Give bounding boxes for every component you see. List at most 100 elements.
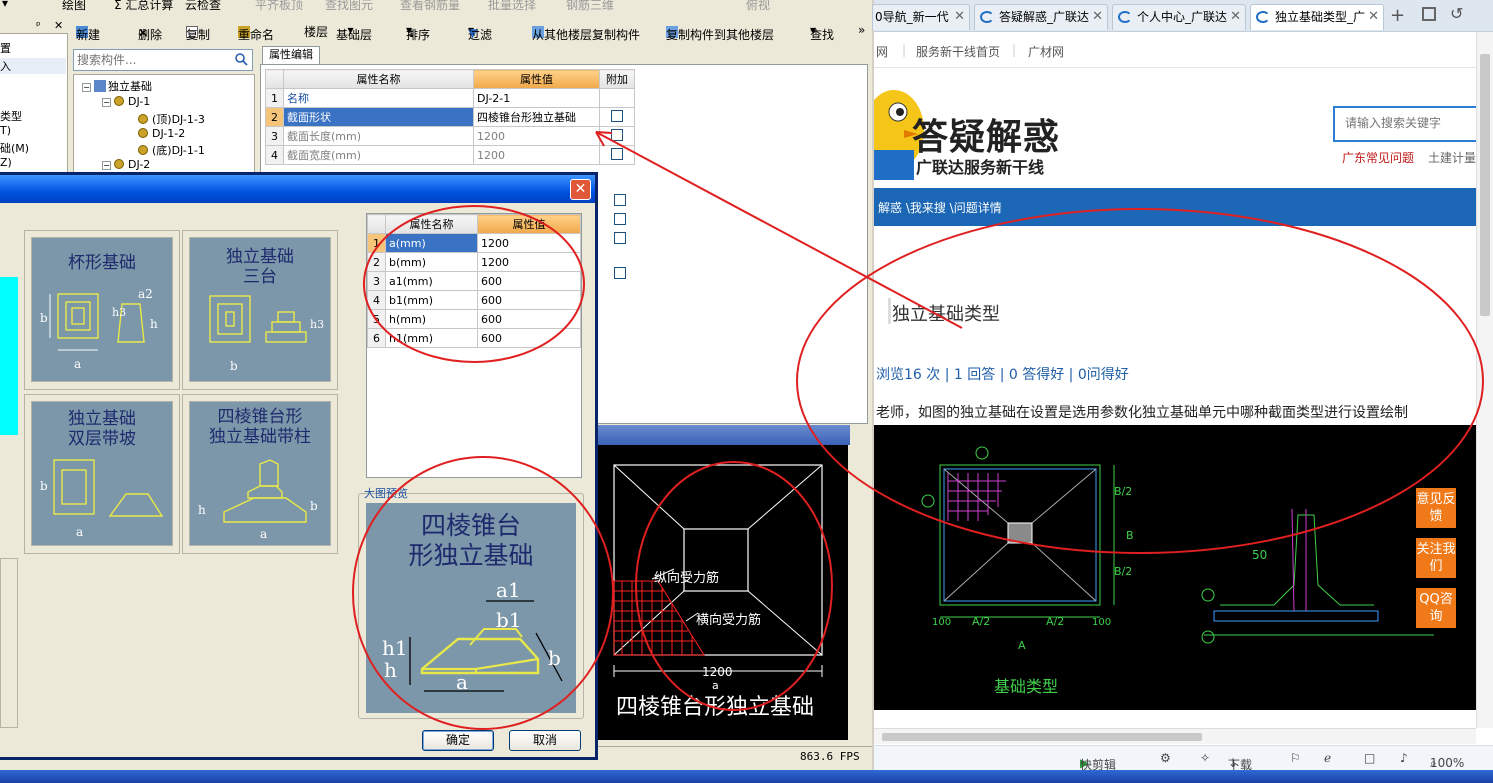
close-tab-icon[interactable]: ✕ [1230, 5, 1241, 29]
menu-batch-select[interactable]: 批量选择 [488, 0, 536, 13]
vertical-scrollbar[interactable] [1476, 32, 1493, 728]
tab-property-editor[interactable]: 属性编辑 [262, 46, 320, 64]
thumbnail-cup-foundation[interactable]: 杯形基础 b a a2 h h3 [31, 237, 173, 382]
dialog-title-bar[interactable]: ✕ [0, 175, 595, 203]
tree-node[interactable]: DJ-1-2 [138, 127, 185, 140]
close-tab-icon[interactable]: ✕ [1368, 5, 1379, 29]
window-icon[interactable]: □ [1364, 751, 1375, 765]
menu-view-rebar[interactable]: 查看钢筋量 [400, 0, 460, 13]
cad-label-transverse: 横向受力筋 [696, 613, 762, 628]
collapse-icon[interactable]: − [82, 83, 91, 92]
new-tab-button[interactable]: + [1390, 5, 1405, 26]
param-value[interactable]: 600 [477, 290, 581, 310]
collapse-icon[interactable]: − [102, 161, 111, 170]
browser-tab-active[interactable]: 独立基础类型_广 ✕ [1250, 4, 1384, 30]
filter-button[interactable]: ▼ 过滤 ▾ [468, 23, 492, 42]
left-panel-item[interactable]: 类型 [0, 108, 22, 124]
question-body: 老师，如图的独立基础在设置是选用参数化独立基础单元中哪种截面类型进行设置绘制 [876, 405, 1408, 421]
search-input[interactable] [77, 51, 227, 69]
sort-button[interactable]: ↓ 排序 ▾ [406, 23, 430, 42]
cad-window-title-bar[interactable] [598, 425, 850, 445]
ok-button[interactable]: 确定 [422, 730, 494, 751]
left-panel-header: ᵖ ✕ [0, 18, 68, 34]
browser-tab[interactable]: 答疑解惑_广联达 ✕ [974, 4, 1108, 30]
tree-node[interactable]: − DJ-2 [102, 158, 150, 171]
flag-icon[interactable]: ⚐ [1290, 751, 1301, 765]
tree-node-root[interactable]: − 独立基础 [82, 78, 152, 94]
pin-icon[interactable]: ᵖ [36, 19, 41, 32]
prop-value[interactable]: 1200 [473, 145, 600, 165]
menu-align-slab[interactable]: 平齐板顶 [255, 0, 303, 13]
left-panel-item[interactable]: 置 [0, 40, 11, 56]
param-value[interactable]: 600 [477, 309, 581, 329]
param-value[interactable]: 1200 [477, 233, 581, 253]
menu-find-element[interactable]: 查找图元 [325, 0, 373, 13]
close-tab-icon[interactable]: ✕ [1092, 5, 1103, 29]
pyramid-foundation-diagram: a a1 b1 b h1 h [382, 578, 563, 694]
horizontal-scrollbar[interactable] [874, 728, 1476, 744]
extra-checkbox[interactable] [611, 128, 623, 141]
prop-value[interactable]: 四棱锥台形独立基础 [473, 107, 600, 127]
pin-icon[interactable]: ✧ [1200, 751, 1210, 765]
breadcrumb[interactable]: 解惑 \我来搜 \问题详情 [878, 199, 1002, 216]
qq-consult-button[interactable]: QQ咨询 [1416, 588, 1456, 628]
search-icon[interactable] [235, 53, 248, 66]
svg-text:a2: a2 [138, 287, 153, 301]
close-tab-icon[interactable]: ✕ [954, 5, 965, 29]
hot-link[interactable]: 土建计量 [1428, 149, 1476, 166]
browser-tab[interactable]: 0导航_新一代 ✕ [872, 4, 970, 30]
menu-cloud-check[interactable]: 云检查 [185, 0, 221, 13]
prop-value[interactable]: 1200 [473, 126, 600, 146]
nav-link[interactable]: 服务新干线首页 [916, 43, 1000, 60]
follow-us-button[interactable]: 关注我们 [1416, 538, 1456, 578]
thumbnail-three-step[interactable]: 独立基础 三台 b h3 [189, 237, 331, 382]
more-icon[interactable]: » [858, 23, 865, 37]
collapse-icon[interactable]: − [102, 98, 111, 107]
tree-node[interactable]: − DJ-1 [102, 95, 150, 108]
thumbnail-pyramid-with-column[interactable]: 四棱锥台形 独立基础带柱 h a b [189, 401, 331, 546]
menu-draw[interactable]: 绘图 [62, 0, 86, 13]
scrollbar-thumb[interactable] [882, 733, 1202, 741]
thumbnail-double-slope[interactable]: 独立基础 双层带坡 b a [31, 401, 173, 546]
sound-icon[interactable]: ♪ [1400, 751, 1408, 765]
left-panel-item[interactable]: T) [0, 124, 11, 137]
extra-checkbox[interactable] [614, 194, 626, 206]
tab-list-icon[interactable] [1422, 7, 1436, 21]
extra-checkbox[interactable] [614, 213, 626, 225]
floor-select[interactable]: 基础层 ▾ [336, 23, 372, 42]
extra-checkbox[interactable] [614, 267, 626, 279]
nav-link[interactable]: 网 [876, 43, 888, 60]
tree-node[interactable]: (顶)DJ-1-3 [138, 111, 205, 127]
left-panel-item[interactable]: 入 [0, 58, 66, 74]
feedback-button[interactable]: 意见反馈 [1416, 488, 1456, 528]
prop-value[interactable]: DJ-2-1 [473, 88, 600, 108]
scrollbar-thumb[interactable] [1480, 54, 1490, 316]
restore-icon[interactable]: ↺ [1450, 4, 1463, 23]
menu-top-view[interactable]: 俯视 [746, 0, 770, 13]
selected-thumbnail-edge[interactable] [0, 277, 18, 435]
dropdown-icon[interactable]: ▾ [2, 0, 8, 10]
ie-icon[interactable]: ℯ [1324, 751, 1331, 765]
param-value[interactable]: 1200 [477, 252, 581, 272]
close-button[interactable]: ✕ [570, 179, 591, 200]
extra-checkbox[interactable] [611, 147, 623, 160]
extra-checkbox[interactable] [611, 109, 623, 122]
param-value[interactable]: 600 [477, 271, 581, 291]
cancel-button[interactable]: 取消 [509, 730, 581, 751]
extra-checkbox[interactable] [614, 232, 626, 244]
menu-summary-calc[interactable]: Σ 汇总计算 [114, 0, 173, 13]
left-panel-item[interactable]: Z) [0, 156, 12, 169]
left-panel-item[interactable]: 础(M) [0, 140, 29, 156]
menu-rebar-3d[interactable]: 钢筋三维 [566, 0, 614, 13]
double-slope-diagram: b a [40, 459, 164, 539]
settings-icon[interactable]: ⚙ [1160, 751, 1171, 765]
close-icon[interactable]: ✕ [54, 19, 63, 32]
site-search-input[interactable] [1345, 116, 1485, 130]
nav-link[interactable]: 广材网 [1028, 43, 1064, 60]
tree-node[interactable]: (底)DJ-1-1 [138, 142, 205, 158]
param-value[interactable]: 600 [477, 328, 581, 348]
hot-link[interactable]: 广东常见问题 [1342, 149, 1414, 166]
new-button[interactable]: 新建 ▾ [76, 23, 100, 42]
find-button[interactable]: 查找 ▾ [810, 23, 834, 42]
browser-tab[interactable]: 个人中心_广联达 ✕ [1112, 4, 1246, 30]
